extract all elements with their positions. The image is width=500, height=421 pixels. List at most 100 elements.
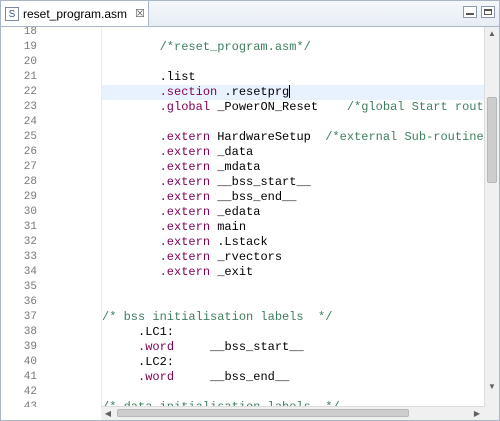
line-number: 28 <box>23 176 37 188</box>
line-number: 37 <box>23 311 37 323</box>
code-line[interactable]: /*reset_program.asm*/ <box>102 40 311 55</box>
directive-token: .extern <box>159 175 211 189</box>
code-token: _data <box>210 145 254 159</box>
directive-token: .extern <box>159 190 211 204</box>
scrollbar-corner <box>484 407 499 420</box>
line-number: 19 <box>23 41 37 53</box>
code-line[interactable]: .extern _exit <box>102 265 254 280</box>
comment-token: /* bss initialisation labels */ <box>102 310 333 324</box>
directive-token: .extern <box>159 130 211 144</box>
code-line[interactable]: .global _PowerON_Reset /*global Start ro… <box>102 100 491 115</box>
scroll-left-icon[interactable]: ◀ <box>102 407 114 420</box>
code-line[interactable]: .list <box>102 70 196 85</box>
tab-reset-program[interactable]: S reset_program.asm ☒ <box>1 1 149 26</box>
line-number: 40 <box>23 356 37 368</box>
editor-window: S reset_program.asm ☒ 18 19 20 21 22 23 24 25 26… <box>0 0 500 421</box>
code-line[interactable]: .extern __bss_end__ <box>102 190 297 205</box>
text-cursor <box>289 85 291 99</box>
code-line[interactable]: .section .resetprg <box>102 85 291 100</box>
code-line[interactable]: .extern HardwareSetup /*external Sub-rou… <box>102 130 484 145</box>
code-line[interactable]: .extern _data <box>102 145 254 160</box>
vertical-scroll-thumb[interactable] <box>487 97 497 183</box>
code-line[interactable]: .word __bss_start__ <box>102 340 304 355</box>
tab-bar: S reset_program.asm ☒ <box>1 1 499 27</box>
scroll-up-icon[interactable]: ▲ <box>485 28 499 40</box>
line-number-gutter: 18 19 20 21 22 23 24 25 26 27 28 29 30 31 32 33 34 35 36 37… <box>1 27 102 407</box>
asm-file-icon: S <box>5 6 19 21</box>
vertical-scrollbar[interactable]: ▲ ▼ <box>484 27 499 407</box>
code-line[interactable]: .extern _rvectors <box>102 250 282 265</box>
scroll-right-icon[interactable]: ▶ <box>471 407 483 420</box>
code-line[interactable]: .LC2: <box>102 355 174 370</box>
line-number: 24 <box>23 116 37 128</box>
code-line[interactable]: .extern .Lstack <box>102 235 268 250</box>
horizontal-scrollbar[interactable]: ◀ ▶ <box>101 406 484 420</box>
directive-token: .global <box>159 100 211 114</box>
code-line[interactable]: .word __bss_end__ <box>102 370 289 385</box>
code-area[interactable]: /*reset_program.asm*/ .list .section .re… <box>102 27 491 407</box>
comment-token: /*global Start routi <box>346 100 491 114</box>
close-icon[interactable]: ☒ <box>135 7 145 20</box>
code-token: __bss_start__ <box>210 175 311 189</box>
line-number: 36 <box>23 296 37 308</box>
code-line[interactable]: /* bss initialisation labels */ <box>102 310 332 325</box>
line-number: 23 <box>23 101 37 113</box>
code-token: _PowerON_Reset <box>210 100 347 114</box>
line-number: 34 <box>23 266 37 278</box>
code-line[interactable]: .extern __bss_start__ <box>102 175 311 190</box>
line-number: 33 <box>23 251 37 263</box>
line-number: 41 <box>23 371 37 383</box>
directive-token: .extern <box>159 220 211 234</box>
line-number: 43 <box>23 401 37 407</box>
code-line[interactable]: .extern _mdata <box>102 160 261 175</box>
code-token: .Lstack <box>210 235 268 249</box>
code-token: HardwareSetup <box>210 130 326 144</box>
horizontal-scroll-thumb[interactable] <box>117 409 409 417</box>
line-number: 39 <box>23 341 37 353</box>
scroll-down-icon[interactable]: ▼ <box>485 381 499 393</box>
line-number: 22 <box>23 86 37 98</box>
code-token: .LC1: <box>102 325 175 339</box>
comment-token: /*reset_program.asm*/ <box>159 40 311 54</box>
line-number: 21 <box>23 71 37 83</box>
code-token: _mdata <box>210 160 261 174</box>
line-number: 38 <box>23 326 37 338</box>
code-line[interactable]: .extern _edata <box>102 205 261 220</box>
line-number: 29 <box>23 191 37 203</box>
code-token: __bss_end__ <box>210 190 297 204</box>
code-token: main <box>210 220 247 234</box>
maximize-button[interactable] <box>481 6 495 18</box>
line-number: 25 <box>23 131 37 143</box>
line-number: 26 <box>23 146 37 158</box>
code-token: .LC2: <box>102 355 175 369</box>
directive-token: .section <box>159 85 218 99</box>
code-token: _rvectors <box>210 250 283 264</box>
directive-token: .extern <box>159 145 211 159</box>
code-editor[interactable]: 18 19 20 21 22 23 24 25 26 27 28 29 30 31 32 33 34 35 36 37… <box>1 27 499 407</box>
line-number: 20 <box>23 56 37 68</box>
code-token: _exit <box>210 265 254 279</box>
directive-token: .word <box>138 370 175 384</box>
line-number: 30 <box>23 206 37 218</box>
tab-title: reset_program.asm <box>23 6 128 21</box>
directive-token: .extern <box>159 265 211 279</box>
code-line[interactable]: .LC1: <box>102 325 174 340</box>
code-token: __bss_end__ <box>174 370 290 384</box>
code-line[interactable]: .extern main <box>102 220 246 235</box>
line-number: 32 <box>23 236 37 248</box>
code-token: .list <box>102 70 196 84</box>
code-token: _edata <box>210 205 261 219</box>
line-number: 35 <box>23 281 37 293</box>
minimize-button[interactable] <box>463 6 477 18</box>
